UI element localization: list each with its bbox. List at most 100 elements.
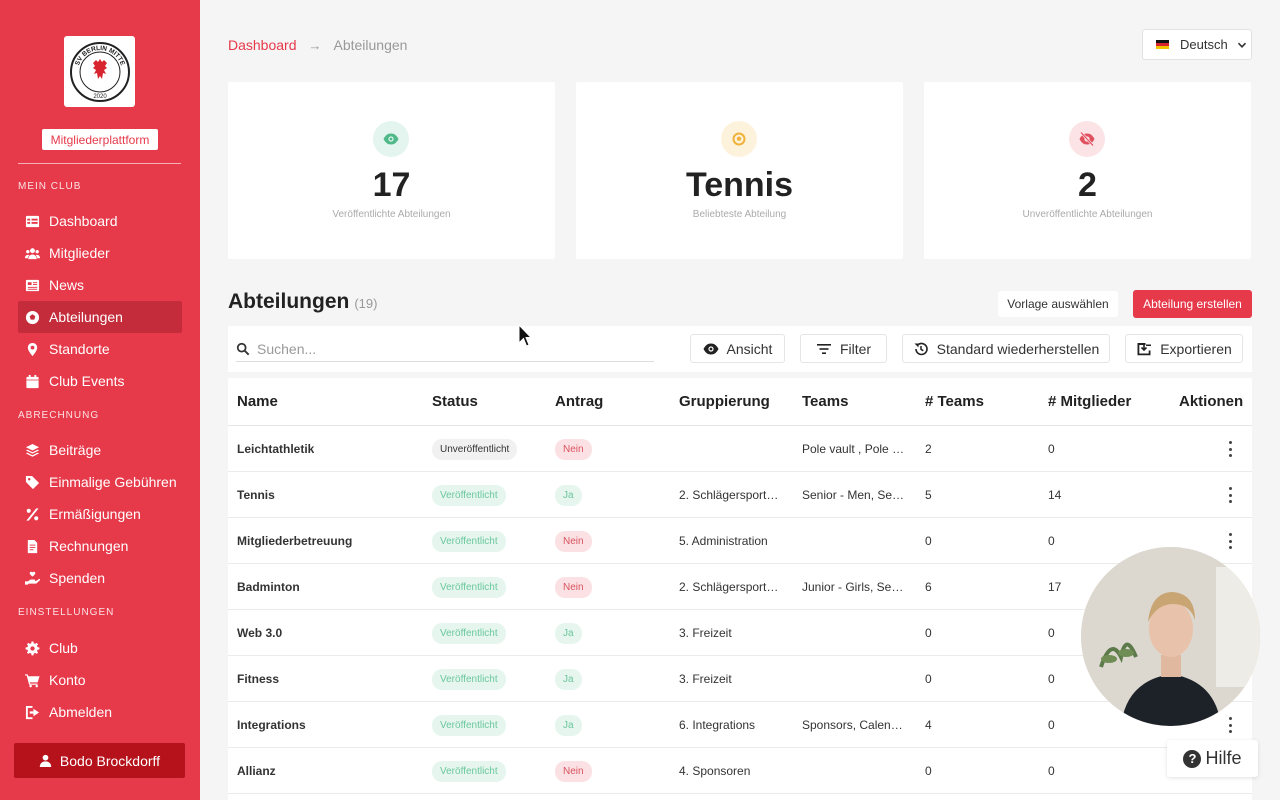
num-members-cell: 17	[1048, 580, 1062, 594]
more-options-icon[interactable]	[1228, 717, 1232, 733]
eye-icon	[373, 121, 409, 157]
sidebar-item-label: Club Events	[49, 373, 125, 389]
sidebar-item-konto[interactable]: Konto	[18, 664, 182, 696]
german-flag-icon	[1156, 40, 1169, 49]
sidebar-item-mitglieder[interactable]: Mitglieder	[18, 237, 182, 269]
table-row[interactable]: Allianz Veröffentlicht Nein 4. Sponsoren…	[228, 748, 1252, 794]
sidebar-item-label: Ermäßigungen	[49, 506, 141, 522]
antrag-badge: Nein	[555, 760, 592, 782]
section-abrechnung: ABRECHNUNG	[18, 410, 100, 421]
antrag-badge: Ja	[555, 668, 582, 690]
export-label: Exportieren	[1160, 340, 1232, 357]
stat-label: Veröffentlichte Abteilungen	[332, 209, 451, 220]
stat-card-popular: Tennis Beliebteste Abteilung	[576, 82, 903, 259]
column-header-num-teams[interactable]: # Teams	[925, 393, 984, 410]
sidebar-item-abteilungen[interactable]: Abteilungen	[18, 301, 182, 333]
status-badge: Veröffentlicht	[432, 668, 506, 690]
column-header-num-members[interactable]: # Mitglieder	[1048, 393, 1131, 410]
sidebar-item-abmelden[interactable]: Abmelden	[18, 696, 182, 728]
sidebar-item-club[interactable]: Club	[18, 632, 182, 664]
table-row[interactable]: Integrations Veröffentlicht Ja 6. Integr…	[228, 702, 1252, 748]
antrag-badge: Ja	[555, 484, 582, 506]
export-icon	[1137, 342, 1152, 355]
column-header-antrag[interactable]: Antrag	[555, 393, 603, 410]
status-badge: Veröffentlicht	[432, 484, 506, 506]
department-name: Leichtathletik	[237, 442, 315, 456]
sidebar-item-rechnungen[interactable]: Rechnungen	[18, 530, 182, 562]
filter-button[interactable]: Filter	[800, 334, 887, 363]
teams-cell: Pole vault , Pole vault	[802, 442, 908, 456]
user-profile-button[interactable]: Bodo Brockdorff	[14, 743, 185, 778]
section-einstellungen: EINSTELLUNGEN	[18, 607, 115, 618]
more-options-icon[interactable]	[1228, 441, 1232, 457]
view-button[interactable]: Ansicht	[690, 334, 785, 363]
column-header-status[interactable]: Status	[432, 393, 478, 410]
club-crest-icon: SV BERLIN MITTE 2020	[69, 41, 130, 102]
sidebar-item-club-events[interactable]: Club Events	[18, 365, 182, 397]
reset-defaults-button[interactable]: Standard wiederherstellen	[902, 334, 1110, 363]
gruppierung-cell: 2. Schlägersportarten	[679, 488, 785, 502]
user-icon	[39, 754, 52, 767]
column-header-gruppierung[interactable]: Gruppierung	[679, 393, 770, 410]
status-badge: Veröffentlicht	[432, 622, 506, 644]
gruppierung-cell: 3. Freizeit	[679, 672, 732, 686]
eye-icon	[703, 343, 719, 354]
antrag-badge: Ja	[555, 714, 582, 736]
sidebar-item-label: Dashboard	[49, 213, 118, 229]
stat-label: Unveröffentlichte Abteilungen	[1022, 209, 1153, 220]
platform-badge: Mitgliederplattform	[42, 129, 158, 150]
sidebar-item-einmalige-gebuehren[interactable]: Einmalige Gebühren	[18, 466, 182, 498]
sidebar-item-label: Einmalige Gebühren	[49, 474, 177, 490]
status-badge: Veröffentlicht	[432, 714, 506, 736]
club-logo[interactable]: SV BERLIN MITTE 2020	[64, 36, 135, 107]
invoice-icon	[24, 538, 40, 554]
sidebar-item-ermaessigungen[interactable]: Ermäßigungen	[18, 498, 182, 530]
users-icon	[24, 245, 40, 261]
more-options-icon[interactable]	[1228, 533, 1232, 549]
user-name: Bodo Brockdorff	[59, 752, 161, 769]
language-select[interactable]: Deutsch	[1142, 29, 1252, 60]
sidebar-item-standorte[interactable]: Standorte	[18, 333, 182, 365]
sidebar: SV BERLIN MITTE 2020 Mitgliederplattform…	[0, 0, 200, 800]
eye-slash-icon	[1069, 121, 1105, 157]
search-input[interactable]	[257, 340, 637, 357]
donate-icon	[24, 570, 40, 586]
stat-value: 17	[372, 166, 411, 204]
num-teams-cell: 5	[925, 488, 932, 502]
stat-value: Tennis	[685, 166, 794, 204]
department-name: Tennis	[237, 488, 275, 502]
table-row[interactable]: Leichtathletik Unveröffentlicht Nein Pol…	[228, 426, 1252, 472]
cart-icon	[24, 672, 40, 688]
create-department-button[interactable]: Abteilung erstellen	[1133, 290, 1252, 318]
filter-icon	[816, 343, 831, 354]
num-teams-cell: 0	[925, 672, 932, 686]
sidebar-item-beitraege[interactable]: Beiträge	[18, 434, 182, 466]
export-button[interactable]: Exportieren	[1125, 334, 1243, 363]
more-options-icon[interactable]	[1228, 487, 1232, 503]
webcam-overlay	[1081, 547, 1260, 726]
num-members-cell: 0	[1048, 672, 1055, 686]
sidebar-item-dashboard[interactable]: Dashboard	[18, 205, 182, 237]
select-template-button[interactable]: Vorlage auswählen	[998, 291, 1118, 317]
sidebar-item-news[interactable]: News	[18, 269, 182, 301]
help-button[interactable]: ? Hilfe	[1167, 740, 1258, 777]
sidebar-item-label: Abmelden	[49, 704, 113, 720]
sidebar-item-label: News	[49, 277, 85, 293]
tag-icon	[24, 474, 40, 490]
mouse-cursor-icon	[518, 324, 532, 347]
sidebar-item-spenden[interactable]: Spenden	[18, 562, 182, 594]
breadcrumb-home-link[interactable]: Dashboard	[228, 37, 297, 53]
table-row[interactable]: Mitgliederbetreuung Veröffentlicht Nein …	[228, 518, 1252, 564]
department-name: Mitgliederbetreuung	[237, 534, 353, 548]
column-header-name[interactable]: Name	[237, 393, 278, 410]
table-row[interactable]: Tennis Veröffentlicht Ja 2. Schlägerspor…	[228, 472, 1252, 518]
department-name: Allianz	[237, 764, 276, 778]
teams-cell: Sponsors, Calendars	[802, 718, 908, 732]
search-box	[236, 336, 654, 362]
section-mein-club: MEIN CLUB	[18, 181, 82, 192]
football-icon	[24, 309, 40, 325]
antrag-badge: Nein	[555, 576, 592, 598]
sidebar-divider	[18, 163, 181, 164]
column-header-teams[interactable]: Teams	[802, 393, 848, 410]
sidebar-item-label: Beiträge	[49, 442, 102, 458]
